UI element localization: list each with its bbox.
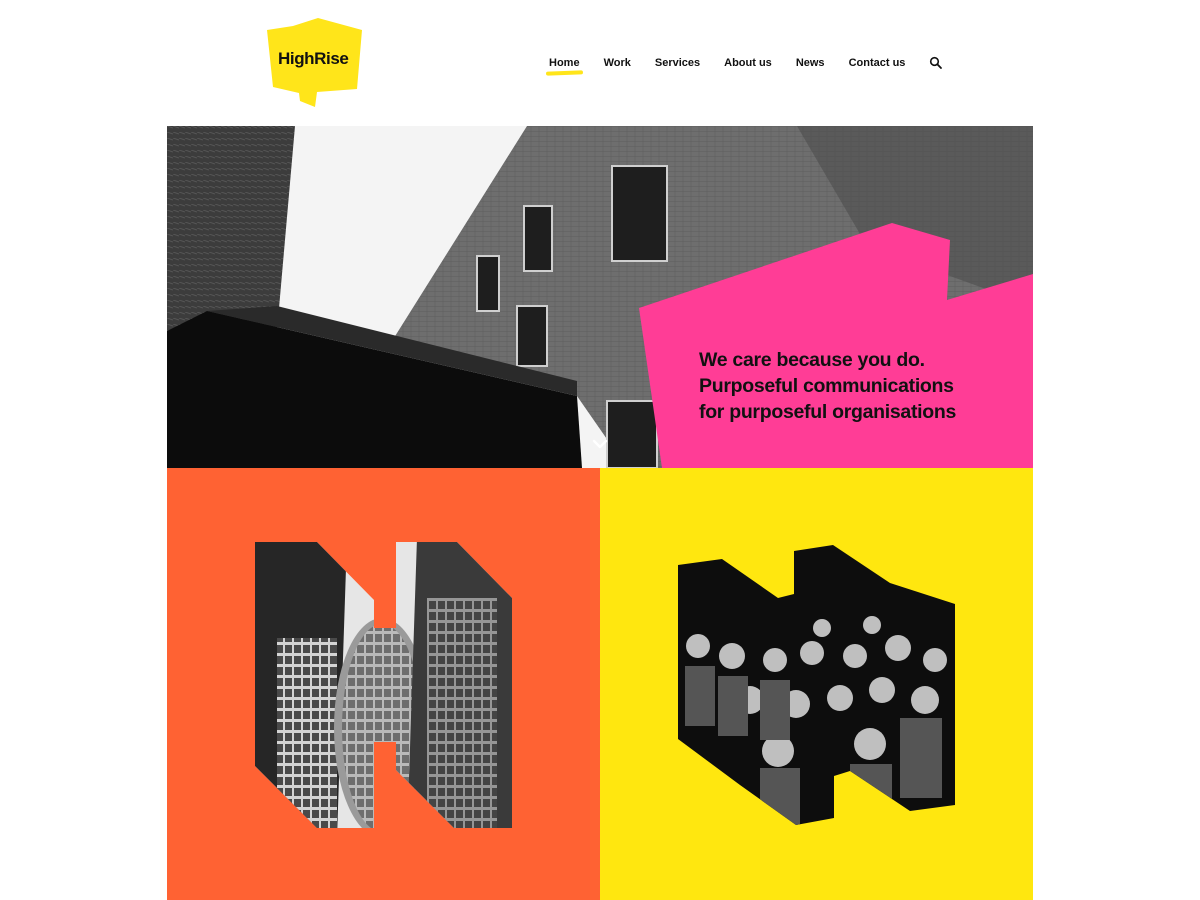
nav-item-contact-us[interactable]: Contact us (849, 57, 906, 69)
nav-item-work[interactable]: Work (604, 57, 631, 69)
audience-tile[interactable] (600, 468, 1033, 900)
highrise-logo[interactable]: HighRise (265, 17, 365, 109)
hero-line-3: for purposeful organisations (699, 401, 957, 423)
nav-item-home[interactable]: Home (549, 57, 580, 69)
nav-item-services[interactable]: Services (655, 57, 700, 69)
search-icon[interactable] (929, 56, 943, 70)
hero-tagline: We care because you do. Purposeful commu… (699, 347, 999, 425)
city-buildings-photo (255, 542, 512, 828)
hero-line-1: We care because you do. (699, 349, 925, 371)
nav-item-about-us[interactable]: About us (724, 57, 772, 69)
nav-item-news[interactable]: News (796, 57, 825, 69)
chevron-down-icon[interactable] (591, 435, 609, 453)
city-tile[interactable] (167, 468, 600, 900)
logo-text: HighRise (278, 49, 349, 68)
hero-banner: We care because you do. Purposeful commu… (167, 126, 1033, 468)
main-navigation: Home Work Services About us News Contact… (549, 56, 943, 70)
audience-photo (678, 545, 955, 825)
hero-line-2: Purposeful communications (699, 375, 954, 397)
